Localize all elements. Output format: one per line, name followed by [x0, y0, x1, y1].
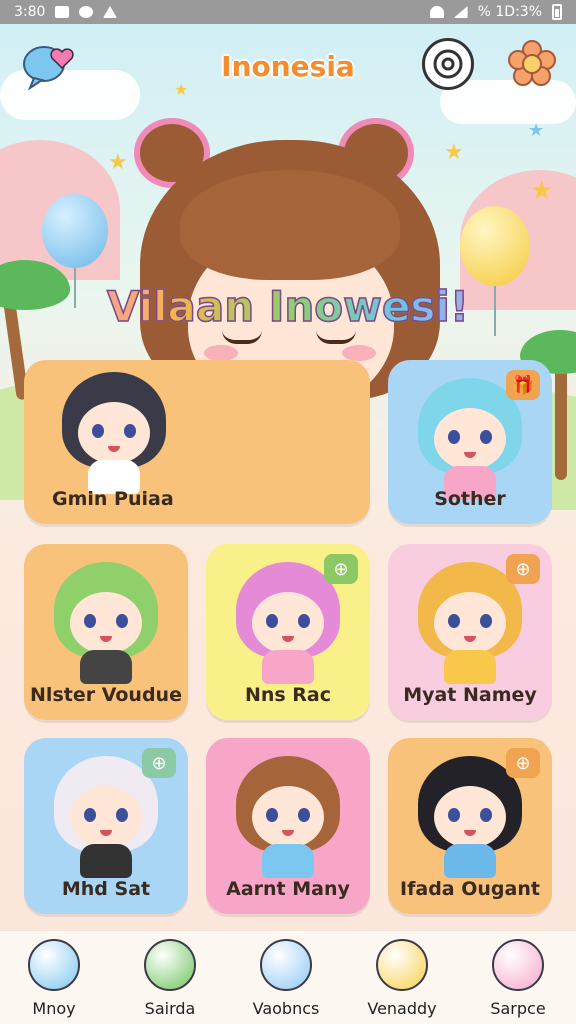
character-name: Mhd Sat: [61, 878, 151, 900]
status-time: 3:80: [14, 4, 46, 20]
chat-bubble-icon: [260, 939, 312, 991]
avatar-body: [262, 650, 314, 684]
location-icon: [103, 6, 118, 18]
avatar-eye: [116, 808, 128, 822]
avatar-eye: [124, 424, 136, 438]
avatar-face: [252, 786, 324, 848]
character-card[interactable]: ⊕ Myat Namey: [388, 544, 552, 720]
tag-icon[interactable]: ⊕: [506, 554, 540, 584]
balloon-decoration: [460, 206, 530, 286]
heart-face-icon: [492, 939, 544, 991]
character-card[interactable]: ⊕ Mhd Sat: [24, 738, 188, 914]
avatar-eye: [116, 614, 128, 628]
avatar-eye: [266, 808, 278, 822]
chat-heart-icon: [144, 939, 196, 991]
balloon-decoration: [42, 194, 108, 268]
tag-icon[interactable]: ⊕: [324, 554, 358, 584]
avatar-eye: [266, 614, 278, 628]
signal-icon: [453, 6, 468, 18]
character-card[interactable]: Gmin Puiaa: [24, 360, 370, 524]
tag-icon[interactable]: ⊕: [506, 748, 540, 778]
app-screen: 3:80 % 1D:3% ★ ★ ★ ★ ★ Inonesia Vilaan I…: [0, 0, 576, 1024]
wifi-icon: [429, 6, 444, 18]
avatar-eye: [448, 808, 460, 822]
avatar-face: [70, 592, 142, 654]
palm-tree-decoration: [555, 360, 567, 480]
avatar-face: [434, 786, 506, 848]
character-card[interactable]: ⊕ Ifada Ougant: [388, 738, 552, 914]
avatar-face: [252, 592, 324, 654]
hero-blush-left: [204, 345, 238, 361]
star-icon: ★: [528, 120, 545, 141]
character-name: Nns Rac: [244, 684, 332, 706]
welcome-banner: Vilaan Inowesi!: [60, 281, 516, 332]
tag-icon[interactable]: ⊕: [142, 748, 176, 778]
avatar-eye: [448, 614, 460, 628]
smiley-icon: [376, 939, 428, 991]
character-avatar: [54, 372, 174, 494]
character-name: Nlster Voudue: [30, 684, 182, 706]
nav-item[interactable]: Vaobncs: [236, 937, 336, 1023]
avatar-eye: [298, 808, 310, 822]
character-card[interactable]: ⊕ Nns Rac: [206, 544, 370, 720]
status-bar: 3:80 % 1D:3%: [0, 0, 576, 24]
avatar-face: [78, 402, 150, 464]
nav-item[interactable]: Mnoy: [4, 937, 104, 1023]
cloud-icon: [28, 939, 80, 991]
notification-icon: [55, 6, 70, 18]
avatar-face: [434, 408, 506, 470]
avatar-eye: [448, 430, 460, 444]
bottom-navigation: Mnoy Sairda Vaobncs Venaddy Sarpce: [0, 930, 576, 1024]
user-icon: [433, 49, 463, 79]
nav-label: Mnoy: [32, 999, 76, 1018]
avatar-body: [262, 844, 314, 878]
avatar-eye: [480, 614, 492, 628]
character-avatar: [228, 756, 348, 878]
nav-item[interactable]: Sairda: [120, 937, 220, 1023]
status-battery-text: % 1D:3%: [477, 4, 542, 20]
hero-blush-right: [342, 345, 376, 361]
character-name: Myat Namey: [403, 684, 537, 706]
avatar-eye: [84, 808, 96, 822]
battery-icon: [552, 4, 562, 20]
avatar-eye: [480, 808, 492, 822]
gift-icon[interactable]: 🎁: [506, 370, 540, 400]
nav-item[interactable]: Sarpce: [468, 937, 568, 1023]
hero-bangs: [180, 170, 400, 280]
avatar-face: [70, 786, 142, 848]
nav-label: Venaddy: [367, 999, 437, 1018]
character-name: Sother: [434, 488, 506, 510]
avatar-body: [80, 650, 132, 684]
character-name: Gmin Puiaa: [52, 488, 174, 510]
chat-heart-icon: [23, 46, 74, 90]
page-title: Inonesia: [221, 50, 355, 83]
nav-label: Sairda: [144, 999, 196, 1018]
character-card[interactable]: Nlster Voudue: [24, 544, 188, 720]
profile-button[interactable]: [422, 38, 474, 90]
avatar-body: [444, 650, 496, 684]
alert-icon: [79, 6, 94, 18]
avatar-body: [444, 844, 496, 878]
nav-label: Vaobncs: [252, 999, 320, 1018]
character-name: Aarnt Many: [226, 878, 350, 900]
flower-settings-icon: [508, 40, 556, 86]
character-card[interactable]: Aarnt Many: [206, 738, 370, 914]
character-name: Ifada Ougant: [400, 878, 540, 900]
avatar-eye: [298, 614, 310, 628]
star-icon: ★: [530, 176, 554, 206]
nav-label: Sarpce: [490, 999, 546, 1018]
avatar-body: [80, 844, 132, 878]
avatar-eye: [92, 424, 104, 438]
avatar-eye: [480, 430, 492, 444]
nav-item[interactable]: Venaddy: [352, 937, 452, 1023]
avatar-eye: [84, 614, 96, 628]
character-card[interactable]: 🎁 Sother: [388, 360, 552, 524]
chat-button[interactable]: [22, 38, 74, 90]
character-avatar: [46, 562, 166, 684]
settings-button[interactable]: [506, 38, 558, 90]
avatar-face: [434, 592, 506, 654]
